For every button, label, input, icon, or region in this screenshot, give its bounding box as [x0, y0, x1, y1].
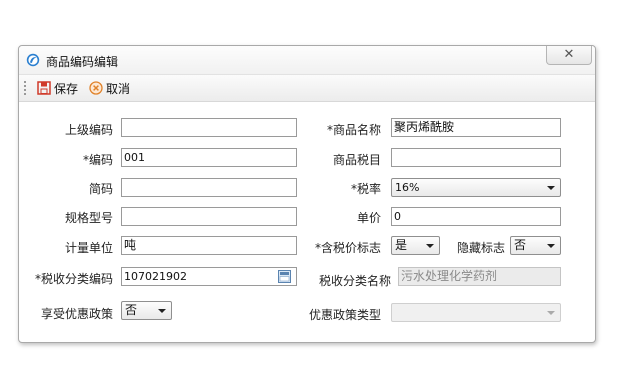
spec-label: 规格型号 [64, 211, 113, 225]
chevron-down-icon [158, 309, 166, 313]
parent-code-label: 上级编码 [64, 123, 113, 137]
hidden-flag-label: 隐藏标志 [456, 241, 505, 255]
spec-input[interactable] [121, 207, 297, 226]
parent-code-input[interactable] [121, 118, 297, 137]
close-button[interactable]: ✕ [546, 46, 592, 65]
window-title: 商品编码编辑 [46, 55, 119, 69]
chevron-down-icon [547, 311, 555, 315]
short-code-input[interactable] [121, 178, 297, 197]
tax-inclusive-value: 是 [395, 238, 408, 252]
tax-class-code-value: 107021902 [124, 270, 187, 283]
toolbar: 保存 取消 [19, 75, 595, 102]
code-input[interactable]: 001 [121, 148, 297, 167]
tax-class-code-label: *税收分类编码 [34, 272, 113, 286]
save-icon [37, 81, 51, 95]
product-code-edit-dialog: 商品编码编辑 ✕ 保存 取消 上级编码 *商品名称 聚丙烯酰胺 *编码 001 [18, 45, 596, 343]
lookup-picker-icon[interactable] [278, 270, 291, 283]
app-logo-icon [26, 53, 40, 67]
tax-class-name-input: 污水处理化学药剂 [398, 267, 561, 286]
chevron-down-icon [547, 244, 555, 248]
tax-item-label: 商品税目 [332, 153, 381, 167]
unit-label: 计量单位 [64, 241, 113, 255]
tax-class-name-label: 税收分类名称 [318, 274, 391, 288]
product-name-input[interactable]: 聚丙烯酰胺 [391, 118, 561, 137]
cancel-button[interactable]: 取消 [89, 79, 130, 97]
preferential-select[interactable]: 否 [121, 301, 172, 320]
chevron-down-icon [547, 186, 555, 190]
unit-price-input[interactable]: 0 [391, 207, 561, 226]
tax-rate-select[interactable]: 16% [391, 178, 561, 197]
title-bar: 商品编码编辑 ✕ [19, 46, 595, 75]
tax-class-code-input[interactable]: 107021902 [121, 267, 297, 286]
save-label: 保存 [54, 81, 79, 96]
policy-type-select [391, 303, 561, 322]
cancel-label: 取消 [106, 81, 131, 96]
tax-inclusive-label: *含税价标志 [314, 241, 381, 255]
code-label: *编码 [82, 153, 113, 167]
tax-rate-label: *税率 [350, 182, 381, 196]
toolbar-grip [24, 81, 26, 95]
chevron-down-icon [426, 244, 434, 248]
tax-inclusive-select[interactable]: 是 [391, 236, 440, 255]
preferential-value: 否 [125, 303, 138, 317]
hidden-flag-value: 否 [514, 238, 527, 252]
hidden-flag-select[interactable]: 否 [510, 236, 561, 255]
preferential-label: 享受优惠政策 [40, 307, 113, 321]
tax-rate-value: 16% [395, 181, 420, 194]
policy-type-label: 优惠政策类型 [308, 308, 381, 322]
product-name-label: *商品名称 [326, 123, 381, 137]
save-button[interactable]: 保存 [37, 79, 78, 97]
unit-input[interactable]: 吨 [121, 236, 297, 255]
unit-price-label: 单价 [356, 211, 381, 225]
close-icon: ✕ [563, 47, 575, 62]
cancel-icon [89, 81, 103, 95]
tax-item-input[interactable] [391, 148, 561, 167]
short-code-label: 简码 [88, 182, 113, 196]
